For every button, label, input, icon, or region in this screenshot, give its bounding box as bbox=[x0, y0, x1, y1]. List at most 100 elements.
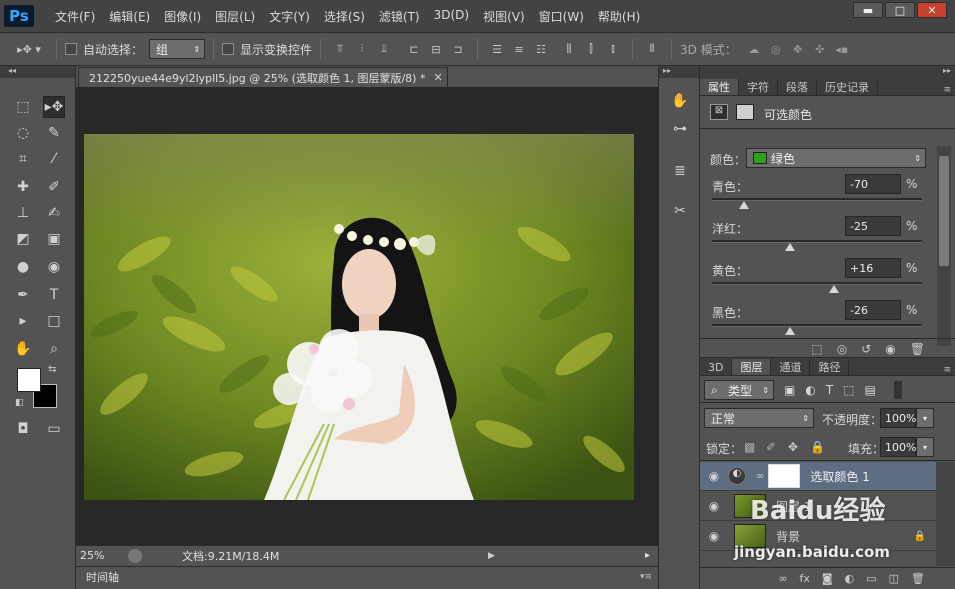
adjustment-icon[interactable]: ⊠ bbox=[710, 104, 728, 120]
opacity-input[interactable]: 100% bbox=[880, 408, 916, 428]
distribute-right-icon[interactable]: ⫾ bbox=[604, 41, 622, 57]
quick-mask-icon[interactable]: ◘ bbox=[12, 418, 34, 440]
tab-properties[interactable]: 属性 bbox=[700, 79, 739, 95]
slider-value-input[interactable]: +16 bbox=[845, 258, 901, 278]
pen-tool-icon[interactable]: ✒ bbox=[12, 284, 34, 306]
distribute-left-icon[interactable]: ⫼ bbox=[560, 41, 578, 57]
fill-input[interactable]: 100% bbox=[880, 437, 916, 457]
expand-arrows-icon[interactable]: ▸▸ bbox=[659, 66, 699, 78]
roll-3d-icon[interactable]: ◎ bbox=[767, 41, 785, 57]
layer-row-selective-color[interactable]: ◉ ◐ ∞ 选取颜色 1 bbox=[700, 462, 936, 491]
menu-help[interactable]: 帮助(H) bbox=[591, 8, 647, 25]
menu-type[interactable]: 文字(Y) bbox=[262, 8, 317, 25]
filter-smart-icon[interactable]: ▤ bbox=[865, 383, 876, 397]
hscroll-arrow-icon[interactable]: ▸ bbox=[645, 550, 650, 561]
auto-select-checkbox[interactable] bbox=[65, 43, 77, 55]
clone-source-icon[interactable]: ≣ bbox=[668, 160, 692, 182]
slide-3d-icon[interactable]: ✣ bbox=[811, 41, 829, 57]
properties-scrollbar[interactable] bbox=[937, 146, 951, 346]
tool-presets-icon[interactable]: ✂ bbox=[668, 200, 692, 222]
eraser-tool-icon[interactable]: ◩ bbox=[12, 228, 34, 250]
distribute-bottom-icon[interactable]: ☷ bbox=[532, 41, 550, 57]
tab-paths[interactable]: 路径 bbox=[810, 359, 850, 375]
filter-shape-icon[interactable]: ⬚ bbox=[843, 383, 854, 397]
layer-name[interactable]: 选取颜色 1 bbox=[810, 468, 869, 485]
lock-all-icon[interactable]: 🔒 bbox=[810, 440, 825, 454]
healing-brush-tool-icon[interactable]: ✚ bbox=[12, 176, 34, 198]
panel-menu-icon[interactable]: ≡ bbox=[943, 365, 951, 375]
slider-track[interactable] bbox=[712, 240, 922, 243]
zoom-tool-icon[interactable]: ⌕ bbox=[43, 338, 65, 360]
gradient-tool-icon[interactable]: ▣ bbox=[43, 228, 65, 250]
slider-thumb[interactable] bbox=[784, 243, 795, 251]
panel-menu-icon[interactable]: ▾≡ bbox=[640, 572, 652, 582]
minimize-button[interactable]: ▬ bbox=[853, 2, 883, 18]
new-group-icon[interactable]: ▭ bbox=[866, 572, 876, 585]
rectangle-tool-icon[interactable]: □ bbox=[43, 310, 65, 332]
close-tab-icon[interactable]: ✕ bbox=[433, 71, 442, 84]
menu-edit[interactable]: 编辑(E) bbox=[102, 8, 157, 25]
scrollbar-thumb[interactable] bbox=[939, 156, 949, 266]
eyedropper-tool-icon[interactable]: ⁄ bbox=[43, 148, 65, 170]
pan-3d-icon[interactable]: ✥ bbox=[789, 41, 807, 57]
align-right-icon[interactable]: ⊐ bbox=[449, 41, 467, 57]
marquee-tool-icon[interactable]: ⬚ bbox=[12, 96, 34, 118]
auto-select-dropdown[interactable]: 组 ⇕ bbox=[149, 39, 206, 59]
tab-character[interactable]: 字符 bbox=[739, 79, 778, 95]
screen-mode-icon[interactable]: ▭ bbox=[43, 418, 65, 440]
clone-stamp-tool-icon[interactable]: ⊥ bbox=[12, 202, 34, 224]
eye-icon[interactable]: ◉ bbox=[700, 529, 728, 543]
align-hcenter-icon[interactable]: ⊟ bbox=[427, 41, 445, 57]
hand-tool-icon[interactable]: ✋ bbox=[12, 338, 34, 360]
reset-icon[interactable]: ↺ bbox=[861, 342, 871, 356]
slider-value-input[interactable]: -70 bbox=[845, 174, 901, 194]
blend-mode-dropdown[interactable]: 正常 ⇕ bbox=[704, 408, 814, 428]
layer-filter-dropdown[interactable]: ⌕ 类型 ⇕ bbox=[704, 380, 774, 400]
distribute-hcenter-icon[interactable]: ⫿ bbox=[582, 41, 600, 57]
distribute-vcenter-icon[interactable]: ≡ bbox=[510, 41, 528, 57]
tab-history[interactable]: 历史记录 bbox=[817, 79, 878, 95]
visibility-icon[interactable]: ◉ bbox=[885, 342, 895, 356]
scale-3d-icon[interactable]: ◂▪ bbox=[833, 41, 851, 57]
brush-tool-icon[interactable]: ✐ bbox=[43, 176, 65, 198]
align-top-icon[interactable]: ⫪ bbox=[331, 41, 349, 57]
filter-pixel-icon[interactable]: ▣ bbox=[784, 383, 795, 397]
menu-window[interactable]: 窗口(W) bbox=[532, 8, 591, 25]
menu-file[interactable]: 文件(F) bbox=[48, 8, 102, 25]
menu-select[interactable]: 选择(S) bbox=[317, 8, 372, 25]
move-tool-preset-icon[interactable]: ▸✥ ▾ bbox=[12, 41, 46, 57]
dodge-tool-icon[interactable]: ◉ bbox=[43, 256, 65, 278]
document-tab[interactable]: 212250yue44e9yl2lypll5.jpg @ 25% (选取颜色 1… bbox=[78, 67, 448, 87]
new-adjustment-icon[interactable]: ◐ bbox=[845, 572, 855, 585]
lock-transparent-icon[interactable]: ▩ bbox=[744, 440, 755, 454]
auto-align-icon[interactable]: ⫴ bbox=[643, 41, 661, 57]
maximize-button[interactable]: □ bbox=[885, 2, 915, 18]
filter-adjustment-icon[interactable]: ◐ bbox=[805, 383, 815, 397]
delete-layer-icon[interactable]: 🗑 bbox=[911, 572, 925, 585]
tab-3d[interactable]: 3D bbox=[700, 359, 733, 375]
adjustments-icon[interactable]: ✋ bbox=[668, 90, 692, 112]
opacity-arrow-icon[interactable]: ▾ bbox=[916, 408, 934, 428]
menu-view[interactable]: 视图(V) bbox=[476, 8, 532, 25]
clip-to-layer-icon[interactable]: ⬚ bbox=[811, 342, 822, 356]
new-layer-icon[interactable]: ◫ bbox=[889, 572, 899, 585]
menu-image[interactable]: 图像(I) bbox=[157, 8, 208, 25]
type-tool-icon[interactable]: T bbox=[43, 284, 65, 306]
lock-position-icon[interactable]: ✥ bbox=[788, 440, 798, 454]
slider-track[interactable] bbox=[712, 324, 922, 327]
close-button[interactable]: ✕ bbox=[917, 2, 947, 18]
align-left-icon[interactable]: ⊏ bbox=[405, 41, 423, 57]
slider-track[interactable] bbox=[712, 282, 922, 285]
slider-value-input[interactable]: -25 bbox=[845, 216, 901, 236]
quick-select-tool-icon[interactable]: ✎ bbox=[43, 122, 65, 144]
add-mask-icon[interactable]: ◙ bbox=[822, 572, 833, 585]
distribute-top-icon[interactable]: ☰ bbox=[488, 41, 506, 57]
status-menu-arrow-icon[interactable]: ▶ bbox=[488, 551, 495, 561]
timeline-label[interactable]: 时间轴 bbox=[86, 569, 119, 585]
slider-thumb[interactable] bbox=[738, 201, 749, 209]
collapse-arrows-icon[interactable]: ◂◂ bbox=[0, 66, 75, 78]
blur-tool-icon[interactable]: ● bbox=[12, 256, 34, 278]
lock-pixels-icon[interactable]: ✐ bbox=[766, 440, 776, 454]
eye-icon[interactable]: ◉ bbox=[700, 499, 728, 513]
history-brush-tool-icon[interactable]: ✍ bbox=[43, 202, 65, 224]
